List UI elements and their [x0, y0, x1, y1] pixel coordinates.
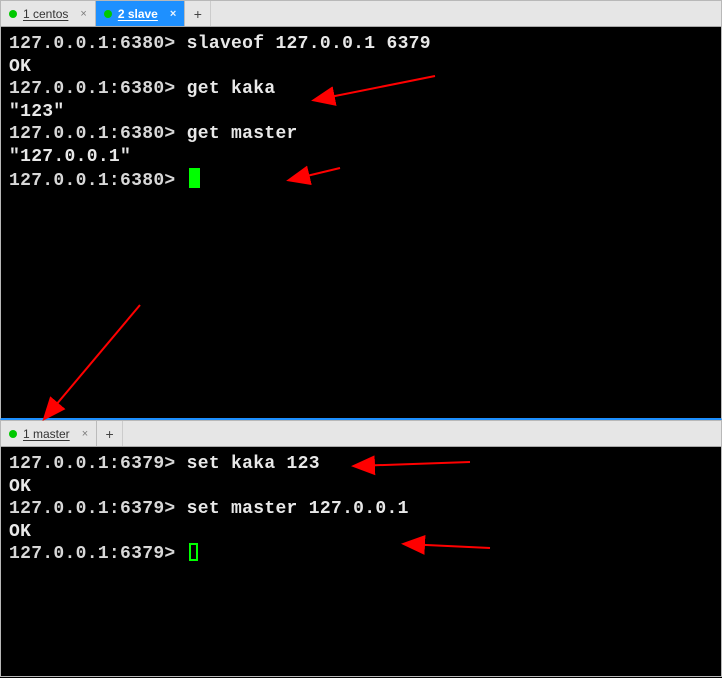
tab-label: 1 master — [23, 427, 70, 441]
close-icon[interactable]: × — [164, 8, 176, 20]
top-terminal-body[interactable]: 127.0.0.1:6380> slaveof 127.0.0.1 6379OK… — [1, 27, 721, 418]
terminal-line: 127.0.0.1:6380> slaveof 127.0.0.1 6379 — [9, 33, 713, 56]
prompt-text: 127.0.0.1:6380> — [9, 171, 187, 191]
status-dot-icon — [9, 10, 17, 18]
cursor-icon — [189, 168, 200, 188]
terminal-line: 127.0.0.1:6379> set master 127.0.0.1 — [9, 498, 713, 521]
status-dot-icon — [104, 10, 112, 18]
terminal-line: 127.0.0.1:6380> — [9, 168, 713, 193]
command-text: set kaka 123 — [187, 454, 320, 474]
bottom-terminal-panel: 1 master × + 127.0.0.1:6379> set kaka 12… — [0, 420, 722, 677]
bottom-tab-strip: 1 master × + — [1, 421, 721, 447]
prompt-text: 127.0.0.1:6379> — [9, 454, 187, 474]
terminal-line: 127.0.0.1:6379> set kaka 123 — [9, 453, 713, 476]
command-text: get master — [187, 124, 298, 144]
prompt-text: 127.0.0.1:6379> — [9, 544, 187, 564]
bottom-terminal-body[interactable]: 127.0.0.1:6379> set kaka 123OK127.0.0.1:… — [1, 447, 721, 676]
top-tab-strip: 1 centos × 2 slave × + — [1, 1, 721, 27]
tab-label: 2 slave — [118, 7, 158, 21]
cursor-icon — [189, 543, 198, 561]
tab-1-master[interactable]: 1 master × — [1, 421, 97, 446]
tab-2-slave[interactable]: 2 slave × — [96, 1, 185, 26]
terminal-line: OK — [9, 476, 713, 499]
command-text: set master 127.0.0.1 — [187, 499, 409, 519]
top-terminal-panel: 1 centos × 2 slave × + 127.0.0.1:6380> s… — [0, 0, 722, 420]
close-icon[interactable]: × — [76, 428, 88, 440]
command-text: slaveof 127.0.0.1 6379 — [187, 34, 431, 54]
terminal-line: OK — [9, 521, 713, 544]
tab-label: 1 centos — [23, 7, 68, 21]
terminal-line: 127.0.0.1:6380> get kaka — [9, 78, 713, 101]
close-icon[interactable]: × — [74, 8, 86, 20]
prompt-text: 127.0.0.1:6380> — [9, 79, 187, 99]
prompt-text: 127.0.0.1:6380> — [9, 124, 187, 144]
new-tab-button[interactable]: + — [97, 421, 123, 446]
prompt-text: 127.0.0.1:6379> — [9, 499, 187, 519]
tab-1-centos[interactable]: 1 centos × — [1, 1, 96, 26]
terminal-line: "123" — [9, 101, 713, 124]
terminal-line: "127.0.0.1" — [9, 146, 713, 169]
terminal-line: OK — [9, 56, 713, 79]
new-tab-button[interactable]: + — [185, 1, 211, 26]
terminal-line: 127.0.0.1:6379> — [9, 543, 713, 566]
status-dot-icon — [9, 430, 17, 438]
command-text: get kaka — [187, 79, 276, 99]
terminal-line: 127.0.0.1:6380> get master — [9, 123, 713, 146]
prompt-text: 127.0.0.1:6380> — [9, 34, 187, 54]
